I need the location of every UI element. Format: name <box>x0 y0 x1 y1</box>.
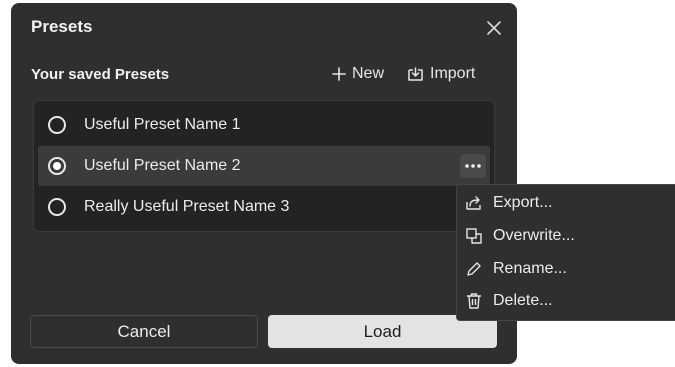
menu-item-overwrite[interactable]: Overwrite... <box>465 222 575 250</box>
trash-icon <box>467 293 481 309</box>
cancel-button[interactable]: Cancel <box>30 315 258 348</box>
presets-dialog: Presets Your saved Presets New Import Us… <box>11 3 517 364</box>
new-label: New <box>352 65 385 82</box>
preset-name: Useful Preset Name 1 <box>84 116 241 133</box>
preset-context-menu: Export... Overwrite... Rename... Delete.… <box>456 184 675 321</box>
preset-name: Really Useful Preset Name 3 <box>84 198 290 215</box>
overwrite-icon <box>466 228 482 244</box>
preset-row-selected[interactable]: Useful Preset Name 2 <box>38 146 490 186</box>
menu-item-label: Overwrite... <box>493 227 575 244</box>
section-heading: Your saved Presets <box>31 66 170 83</box>
radio-button[interactable] <box>48 116 66 134</box>
more-options-button[interactable] <box>460 154 486 178</box>
menu-item-export[interactable]: Export... <box>465 189 553 217</box>
menu-item-label: Rename... <box>493 260 567 277</box>
preset-name: Useful Preset Name 2 <box>84 157 241 174</box>
ellipsis-icon <box>465 164 481 168</box>
preset-list: Useful Preset Name 1 Useful Preset Name … <box>33 100 495 232</box>
new-preset-button[interactable]: New <box>332 65 384 83</box>
radio-button-checked[interactable] <box>48 157 66 175</box>
close-icon <box>487 21 501 35</box>
dialog-title: Presets <box>31 17 93 36</box>
preset-row[interactable]: Useful Preset Name 1 <box>38 105 490 145</box>
preset-row[interactable]: Really Useful Preset Name 3 <box>38 187 490 227</box>
menu-item-label: Delete... <box>493 292 553 309</box>
pencil-icon <box>467 262 481 276</box>
radio-button[interactable] <box>48 198 66 216</box>
close-button[interactable] <box>483 17 505 39</box>
menu-item-rename[interactable]: Rename... <box>465 255 567 283</box>
import-icon <box>408 66 423 81</box>
plus-icon <box>332 67 346 81</box>
menu-item-label: Export... <box>493 194 553 211</box>
import-button[interactable]: Import <box>407 65 475 83</box>
menu-item-delete[interactable]: Delete... <box>465 287 553 315</box>
export-icon <box>466 196 481 210</box>
import-label: Import <box>430 65 476 82</box>
